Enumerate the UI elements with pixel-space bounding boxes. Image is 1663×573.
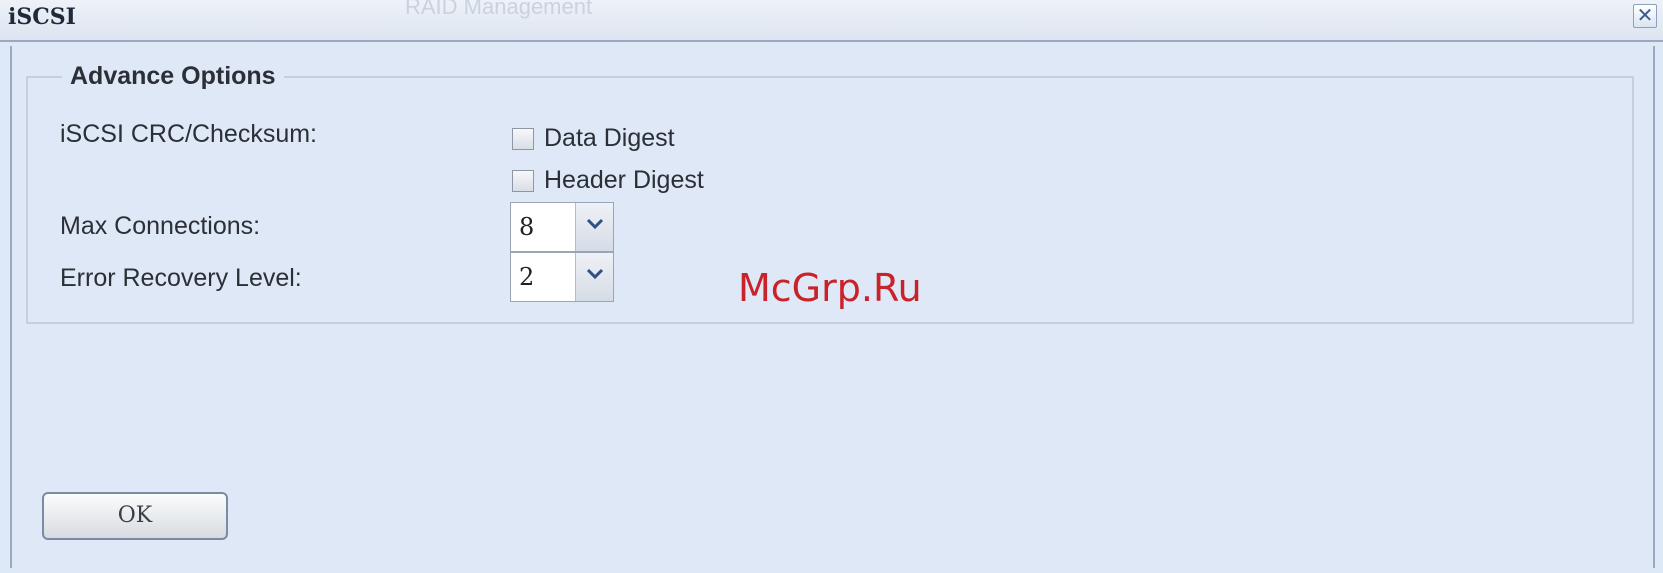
error-recovery-dropdown-trigger[interactable]: [575, 253, 613, 301]
error-recovery-select[interactable]: 2: [510, 252, 614, 302]
dialog-title: iSCSI: [8, 4, 76, 30]
header-digest-label: Header Digest: [544, 166, 704, 194]
advance-options-legend: Advance Options: [70, 62, 276, 90]
ok-button[interactable]: OK: [42, 492, 228, 540]
max-connections-select[interactable]: 8: [510, 202, 614, 252]
max-connections-dropdown-trigger[interactable]: [575, 203, 613, 251]
data-digest-checkbox[interactable]: [512, 127, 534, 150]
iscsi-dialog: RAID Management iSCSI ✕ Advance Options …: [0, 0, 1663, 573]
header-digest-row: Header Digest: [512, 166, 704, 195]
background-tab-text: RAID Management: [405, 0, 593, 19]
dialog-titlebar: RAID Management iSCSI ✕: [0, 0, 1663, 42]
error-recovery-value: 2: [519, 263, 535, 291]
watermark-text: McGrp.Ru: [738, 266, 922, 310]
error-recovery-label: Error Recovery Level:: [60, 264, 302, 292]
chevron-down-icon: [586, 268, 604, 280]
crc-checksum-label: iSCSI CRC/Checksum:: [60, 120, 317, 148]
close-button[interactable]: ✕: [1633, 4, 1657, 28]
data-digest-label: Data Digest: [544, 124, 675, 152]
close-icon: ✕: [1636, 3, 1654, 27]
data-digest-row: Data Digest: [512, 124, 675, 153]
max-connections-value: 8: [519, 213, 535, 241]
max-connections-label: Max Connections:: [60, 212, 261, 240]
chevron-down-icon: [586, 218, 604, 230]
header-digest-checkbox[interactable]: [512, 169, 534, 192]
